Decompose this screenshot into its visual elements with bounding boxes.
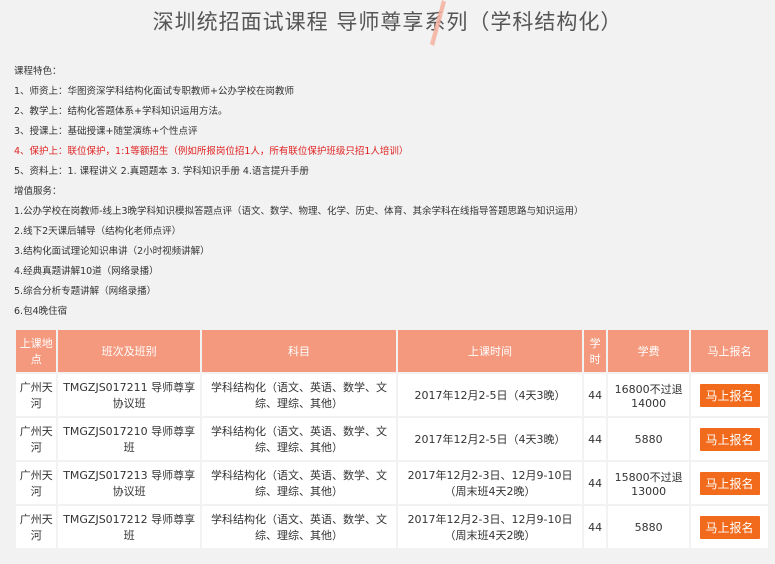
services-heading: 增值服务：	[14, 186, 62, 197]
service-item: 5.综合分析专题讲解（网络录播）	[14, 286, 157, 297]
cell-subject: 学科结构化（语文、英语、数学、文综、理综、其他）	[201, 418, 397, 460]
signup-button[interactable]: 马上报名	[699, 515, 760, 539]
table-row: 广州天河 TMGZJS017210 导师尊享班 学科结构化（语文、英语、数学、文综、…	[16, 418, 768, 460]
cell-time: 2017年12月2-3日、12月9-10日（周末班4天2晚）	[398, 506, 583, 548]
cell-class: TMGZJS017211 导师尊享协议班	[58, 374, 200, 416]
cell-subject: 学科结构化（语文、英语、数学、文综、理综、其他）	[201, 462, 397, 504]
header-class: 班次及班别	[58, 330, 200, 372]
service-item: 6.包4晚住宿	[14, 306, 68, 317]
cell-fee: 16800不过退14000	[608, 374, 690, 416]
cell-signup: 马上报名	[691, 506, 768, 548]
signup-button[interactable]: 马上报名	[699, 427, 760, 451]
cell-hours: 44	[584, 462, 607, 504]
signup-button[interactable]: 马上报名	[699, 471, 760, 495]
cell-class: TMGZJS017212 导师尊享班	[58, 506, 200, 548]
cell-class: TMGZJS017213 导师尊享协议班	[58, 462, 200, 504]
course-table: 上课地点 班次及班别 科目 上课时间 学时 学费 马上报名 广州天河 TMGZJS…	[14, 328, 770, 550]
feature-item: 2、教学上：结构化答题体系+学科知识运用方法。	[14, 106, 228, 117]
features-list: 1、师资上：华图资深学科结构化面试专职教师+公办学校在岗教师 2、教学上：结构化答…	[14, 82, 764, 182]
table-body: 广州天河 TMGZJS017211 导师尊享协议班 学科结构化（语文、英语、数学、文…	[16, 374, 768, 548]
table-header-row: 上课地点 班次及班别 科目 上课时间 学时 学费 马上报名	[16, 330, 768, 372]
header-hours: 学时	[584, 330, 607, 372]
cell-class: TMGZJS017210 导师尊享班	[58, 418, 200, 460]
cell-time: 2017年12月2-3日、12月9-10日（周末班4天2晚）	[398, 462, 583, 504]
signup-button[interactable]: 马上报名	[699, 383, 760, 407]
header-fee: 学费	[608, 330, 690, 372]
header-time: 上课时间	[398, 330, 583, 372]
cell-fee: 15800不过退13000	[608, 462, 690, 504]
cell-location: 广州天河	[16, 374, 57, 416]
services-list: 1.公办学校在岗教师-线上3晚学科知识模拟答题点评（语文、数学、物理、化学、历史…	[14, 202, 764, 322]
cell-time: 2017年12月2-5日（4天3晚）	[398, 418, 583, 460]
service-item: 3.结构化面试理论知识串讲（2小时视频讲解）	[14, 246, 210, 257]
cell-hours: 44	[584, 418, 607, 460]
cell-hours: 44	[584, 374, 607, 416]
feature-item: 5、资料上：1. 课程讲义 2.真题题本 3. 学科知识手册 4.语言提升手册	[14, 166, 309, 177]
cell-signup: 马上报名	[691, 462, 768, 504]
cell-signup: 马上报名	[691, 374, 768, 416]
service-item: 1.公办学校在岗教师-线上3晚学科知识模拟答题点评（语文、数学、物理、化学、历史…	[14, 206, 584, 217]
service-item: 4.经典真题讲解10道（网络录播）	[14, 266, 159, 277]
feature-item: 1、师资上：华图资深学科结构化面试专职教师+公办学校在岗教师	[14, 86, 295, 97]
feature-item: 3、授课上：基础授课+随堂演练+个性点评	[14, 126, 198, 137]
cell-subject: 学科结构化（语文、英语、数学、文综、理综、其他）	[201, 374, 397, 416]
cell-location: 广州天河	[16, 418, 57, 460]
page-title: 深圳统招面试课程 导师尊享系列（学科结构化）	[152, 10, 623, 34]
header-signup: 马上报名	[691, 330, 768, 372]
cell-signup: 马上报名	[691, 418, 768, 460]
cell-location: 广州天河	[16, 506, 57, 548]
header-location: 上课地点	[16, 330, 57, 372]
cell-location: 广州天河	[16, 462, 57, 504]
cell-fee: 5880	[608, 506, 690, 548]
table-row: 广州天河 TMGZJS017213 导师尊享协议班 学科结构化（语文、英语、数学、文…	[16, 462, 768, 504]
features-heading: 课程特色：	[14, 66, 62, 77]
service-item: 2.线下2天课后辅导（结构化老师点评）	[14, 226, 182, 237]
feature-item: 4、保护上：联位保护，1:1等额招生（例如所报岗位招1人，所有联位保护班级只招1…	[14, 146, 409, 157]
cell-time: 2017年12月2-5日（4天3晚）	[398, 374, 583, 416]
decorative-swoosh	[430, 0, 446, 46]
table-row: 广州天河 TMGZJS017212 导师尊享班 学科结构化（语文、英语、数学、文综、…	[16, 506, 768, 548]
cell-fee: 5880	[608, 418, 690, 460]
cell-hours: 44	[584, 506, 607, 548]
course-intro: 课程特色： 1、师资上：华图资深学科结构化面试专职教师+公办学校在岗教师 2、教学…	[14, 62, 764, 322]
table-row: 广州天河 TMGZJS017211 导师尊享协议班 学科结构化（语文、英语、数学、文…	[16, 374, 768, 416]
cell-subject: 学科结构化（语文、英语、数学、文综、理综、其他）	[201, 506, 397, 548]
header-subject: 科目	[201, 330, 397, 372]
